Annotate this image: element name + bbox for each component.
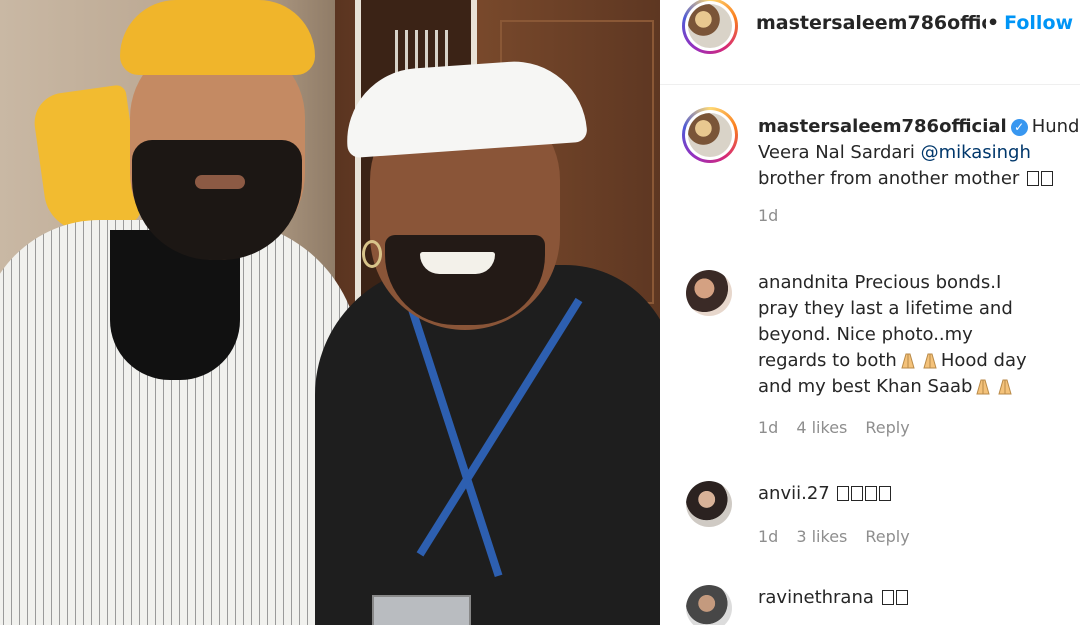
caption: mastersaleem786official ✓ Hund Veera Nal S…: [758, 114, 1080, 225]
comment-item: ravinethrana: [758, 585, 1078, 611]
comment-item: anandnita Precious bonds.I pray they las…: [758, 270, 1078, 437]
person-right-smile: [420, 252, 495, 274]
person-right-earring: [362, 240, 382, 268]
comment-text-line: regards to both: [758, 350, 897, 371]
post-header: mastersaleem786official •Follow: [660, 0, 1080, 85]
missing-glyph-icon: [837, 486, 850, 501]
follow-button[interactable]: • Follow: [987, 12, 1073, 34]
comment-text-line: beyond. Nice photo..my: [758, 324, 973, 345]
caption-timestamp[interactable]: 1d: [758, 206, 778, 225]
comment-reply-button[interactable]: Reply: [865, 527, 909, 546]
missing-glyph-icon: [881, 590, 894, 605]
post-photo[interactable]: [0, 0, 660, 625]
folded-hands-emoji-icon: [998, 379, 1013, 395]
comment-avatar[interactable]: [686, 585, 732, 625]
comment-avatar[interactable]: [686, 481, 732, 527]
caption-mention-link[interactable]: @mikasingh: [921, 142, 1031, 163]
missing-glyph-icon: [851, 486, 864, 501]
caption-line-3: brother from another mother: [758, 168, 1020, 189]
person-right-id-badge: [372, 595, 471, 625]
comment-text-line: and my best Khan Saab: [758, 376, 973, 397]
header-author-username[interactable]: mastersaleem786official: [756, 12, 986, 34]
post-side-panel: mastersaleem786official •Follow mastersa…: [660, 0, 1080, 625]
verified-badge-icon: ✓: [1010, 119, 1028, 136]
caption-line-2: Veera Nal Sardari: [758, 142, 921, 163]
comment-text-line: Precious bonds.I: [854, 272, 1002, 293]
comment-likes[interactable]: 3 likes: [796, 527, 847, 546]
comment-username[interactable]: anandnita: [758, 272, 849, 293]
comment-likes[interactable]: 4 likes: [796, 418, 847, 437]
folded-hands-emoji-icon: [976, 379, 991, 395]
missing-glyph-icon: [865, 486, 878, 501]
author-avatar[interactable]: [682, 0, 738, 54]
person-left-yellow-turban: [120, 0, 315, 75]
caption-line-1: Hund: [1031, 116, 1080, 137]
comment-username[interactable]: ravinethrana: [758, 587, 874, 608]
comment-timestamp[interactable]: 1d: [758, 527, 778, 546]
missing-glyph-icon: [895, 590, 908, 605]
comment-item: anvii.27 1d 3 likes Reply: [758, 481, 1078, 546]
caption-author-username[interactable]: mastersaleem786official: [758, 116, 1007, 137]
follow-label: Follow: [1004, 12, 1074, 34]
caption-author-avatar[interactable]: [682, 107, 738, 163]
person-left-mouth: [195, 175, 245, 189]
comment-timestamp[interactable]: 1d: [758, 418, 778, 437]
comment-text-line: Hood day: [940, 350, 1027, 371]
comment-reply-button[interactable]: Reply: [865, 418, 909, 437]
missing-glyph-icon: [879, 486, 892, 501]
missing-glyph-icon: [1041, 171, 1054, 186]
comment-username[interactable]: anvii.27: [758, 483, 830, 504]
missing-glyph-icon: [1027, 171, 1040, 186]
comment-avatar[interactable]: [686, 270, 732, 316]
comment-text-line: pray they last a lifetime and: [758, 298, 1013, 319]
header-separator: •: [987, 12, 1000, 34]
folded-hands-emoji-icon: [923, 353, 937, 369]
folded-hands-emoji-icon: [901, 353, 915, 369]
